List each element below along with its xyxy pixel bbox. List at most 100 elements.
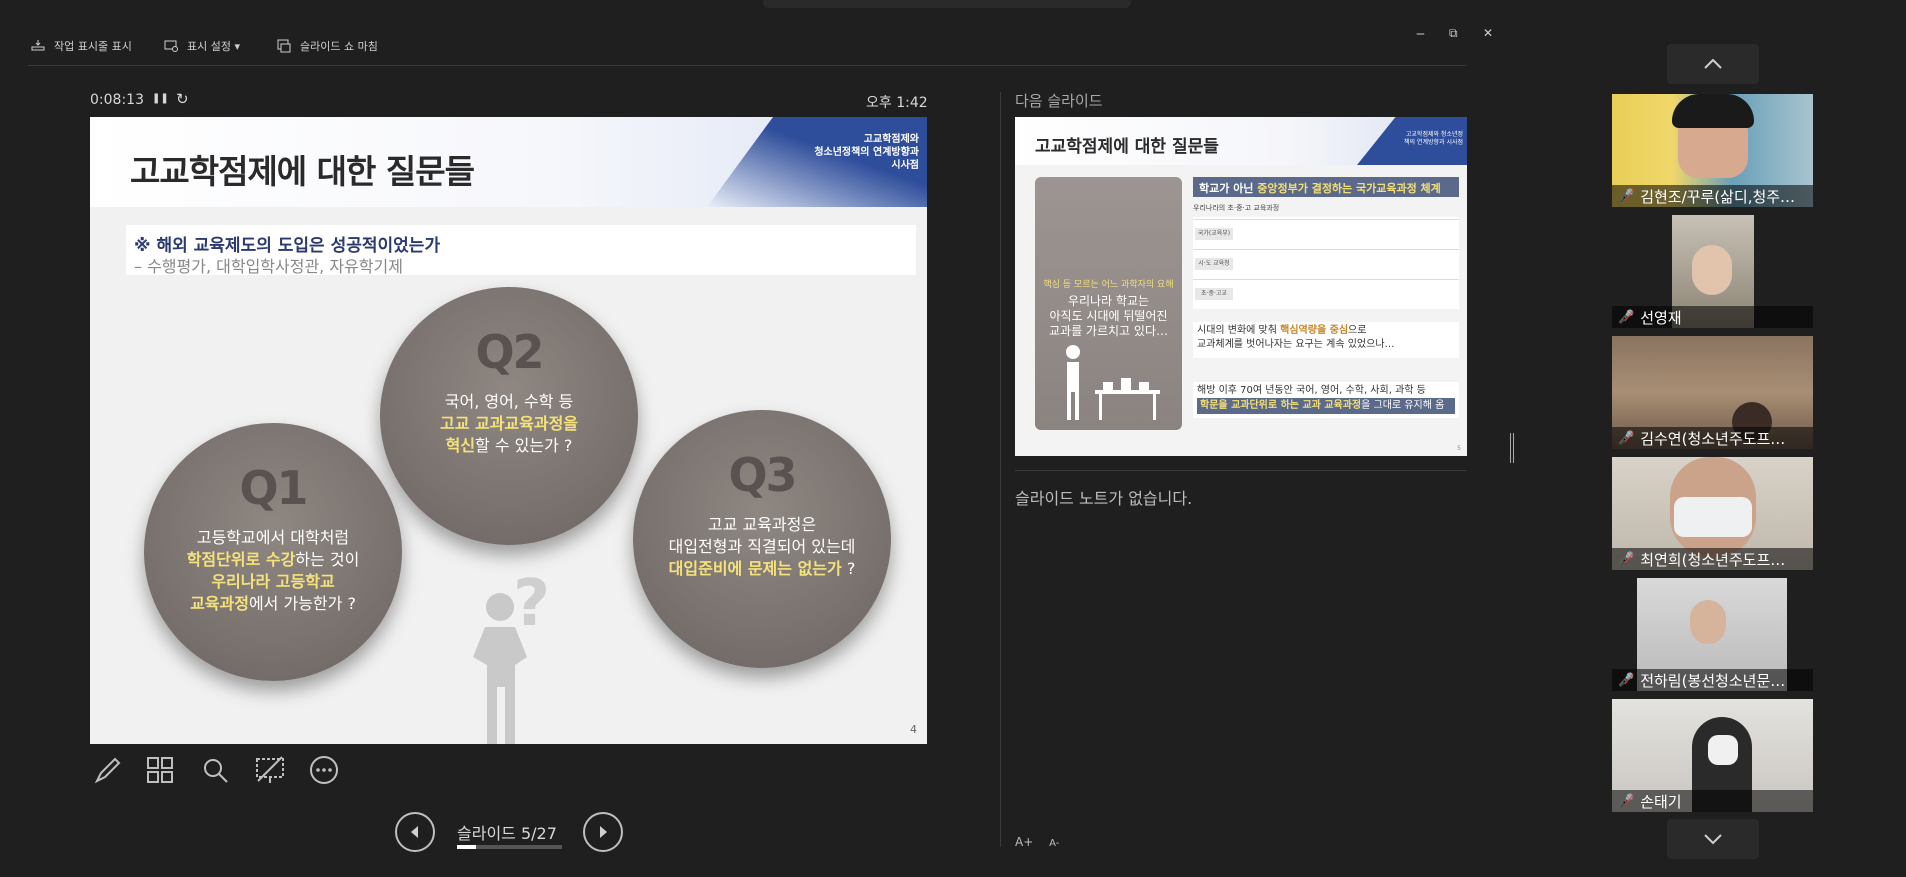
- mic-muted-icon: 🎤̸: [1618, 672, 1635, 688]
- current-slide[interactable]: 고교학점제에 대한 질문들 고교학점제와 청소년정책의 연계방향과 시사점 ※ …: [90, 117, 927, 744]
- triangle-left-icon: [411, 826, 418, 838]
- pause-icon[interactable]: ❚❚: [152, 93, 169, 104]
- next-low-box: 해방 이후 70여 년동안 국어, 영어, 수학, 사회, 과학 등 학문을 교…: [1193, 382, 1459, 418]
- q1-highlight: 교육과정: [190, 594, 249, 613]
- q2-highlight: 혁신: [445, 436, 476, 455]
- grid-icon: [147, 757, 173, 783]
- close-button[interactable]: ✕: [1483, 26, 1493, 40]
- display-settings-icon: [164, 40, 178, 52]
- participant-tile[interactable]: 🎤̸ 선영재: [1612, 215, 1813, 328]
- participant-face: [1690, 600, 1726, 644]
- q2-label: Q2: [475, 325, 544, 379]
- restore-button[interactable]: ⧉: [1449, 26, 1458, 41]
- chevron-up-icon: [1704, 58, 1722, 69]
- slide-header: 고교학점제에 대한 질문들 고교학점제와 청소년정책의 연계방향과 시사점: [90, 117, 927, 207]
- participant-tile[interactable]: 🎤̸ 손태기: [1612, 699, 1813, 812]
- q3-line: 대입준비에 문제는 없는가 ?: [643, 558, 881, 580]
- next-mid-text: 으로: [1348, 325, 1367, 336]
- slide-title: 고교학점제에 대한 질문들: [130, 152, 475, 191]
- participant-gallery: 🎤̸ 김현조/꾸루(삶디,청주… 🎤̸ 선영재 🎤̸ 김수연(청소년주도프… 🎤̸ 최연…: [1612, 44, 1813, 859]
- gallery-scroll-down-button[interactable]: [1667, 819, 1759, 859]
- next-mid-box: 시대의 변화에 맞춰 핵심역량을 중심으로 교과체계를 벗어나자는 요구는 계속…: [1193, 322, 1459, 358]
- slide-page-number: 4: [910, 723, 917, 736]
- q1-highlight: 학점단위로 수강: [186, 550, 296, 569]
- q3-highlight: 대입준비에 문제는 없는가: [668, 559, 842, 578]
- slide-counter: 슬라이드 5/27: [457, 824, 557, 843]
- participant-tile[interactable]: 🎤̸ 김수연(청소년주도프…: [1612, 336, 1813, 449]
- participant-tile[interactable]: 🎤̸ 최연희(청소년주도프…: [1612, 457, 1813, 570]
- participant-tile[interactable]: 🎤̸ 김현조/꾸루(삶디,청주…: [1612, 94, 1813, 207]
- more-icon: [310, 756, 338, 784]
- zoom-button[interactable]: [197, 752, 233, 788]
- previous-slide-button[interactable]: [395, 812, 435, 852]
- next-table: 국가(교육부) 시·도 교육청 초·중·고교: [1193, 217, 1459, 309]
- next-header-subtitle: 고교학점제와 청소년정책의 연계방향과 시사점: [1403, 131, 1463, 146]
- q3-label: Q3: [728, 448, 797, 502]
- next-slide-heading: 다음 슬라이드: [1015, 92, 1103, 110]
- black-screen-button[interactable]: [252, 752, 288, 788]
- next-slide-header: 고교학점제에 대한 질문들 고교학점제와 청소년정책의 연계방향과 시사점: [1015, 117, 1467, 165]
- next-table-caption: 우리나라의 초·중·고 교육과정: [1193, 204, 1280, 212]
- q1-text-tail: 하는 것이: [295, 550, 360, 569]
- next-quote-source: 핵심 등 모르는 어느 과학자의 요해: [1043, 280, 1174, 290]
- table-row-key: 시·도 교육청: [1195, 258, 1233, 270]
- end-slideshow-button[interactable]: 슬라이드 쇼 마침: [276, 36, 378, 56]
- participant-name-bar: 🎤̸ 김현조/꾸루(삶디,청주…: [1612, 185, 1813, 207]
- next-low-line: 학문을 교과단위로 하는 교과 교육과정을 그대로 유지해 옴: [1197, 398, 1455, 414]
- pane-divider: [1000, 92, 1001, 847]
- slide-note-box: ※ 해외 교육제도의 도입은 성공적이었는가 – 수행평가, 대학입학사정관, …: [126, 225, 916, 276]
- speaker-notes[interactable]: 슬라이드 노트가 없습니다.: [1015, 485, 1192, 509]
- participant-name: 손태기: [1640, 792, 1682, 811]
- next-slide-button[interactable]: [583, 812, 623, 852]
- q2-text-tail: 할 수 있는가 ?: [475, 436, 573, 455]
- q3-line: 대입전형과 직결되어 있는데: [668, 537, 856, 556]
- participant-name-bar: 🎤̸ 선영재: [1612, 306, 1813, 328]
- table-row-key: 초·중·고교: [1195, 288, 1233, 300]
- next-low-line: 해방 이후 70여 년동안 국어, 영어, 수학, 사회, 과학 등: [1197, 385, 1426, 396]
- mic-muted-icon: 🎤̸: [1618, 309, 1635, 325]
- chevron-down-icon: [1704, 834, 1722, 845]
- q1-label: Q1: [239, 461, 308, 515]
- show-taskbar-button[interactable]: 작업 표시줄 표시: [30, 36, 132, 56]
- timer-row: 0:08:13 ❚❚ ↻ 오후 1:42: [90, 90, 930, 112]
- participant-name-bar: 🎤̸ 전하림(봉선청소년문…: [1612, 669, 1813, 691]
- next-slide-preview[interactable]: 고교학점제에 대한 질문들 고교학점제와 청소년정책의 연계방향과 시사점 핵심…: [1015, 117, 1467, 456]
- q1-line: 고등학교에서 대학처럼: [196, 528, 350, 547]
- table-row-key: 국가(교육부): [1195, 228, 1233, 240]
- next-quote-line: 아직도 시대에 뒤떨어진: [1049, 309, 1168, 323]
- header-subtitle: 고교학점제와 청소년정책의 연계방향과 시사점: [769, 133, 919, 172]
- presenter-tools: [90, 752, 390, 792]
- display-settings-button[interactable]: 표시 설정 ▾: [163, 36, 240, 56]
- face-mask: [1708, 735, 1738, 765]
- participant-name-bar: 🎤̸ 최연희(청소년주도프…: [1612, 548, 1813, 570]
- increase-font-button[interactable]: A+: [1015, 835, 1033, 849]
- slide-progress-bar: [457, 845, 562, 849]
- gallery-scroll-up-button[interactable]: [1667, 44, 1759, 84]
- teacher-desk-icon: [1066, 345, 1160, 420]
- pane-resize-handle[interactable]: [1510, 433, 1514, 463]
- minimize-button[interactable]: ‒: [1416, 26, 1425, 42]
- participant-name-bar: 🎤̸ 손태기: [1612, 790, 1813, 812]
- mic-muted-icon: 🎤̸: [1618, 188, 1635, 204]
- participant-name: 선영재: [1640, 308, 1682, 327]
- mic-muted-icon: 🎤̸: [1618, 793, 1635, 809]
- participant-name-bar: 🎤̸ 김수연(청소년주도프…: [1612, 427, 1813, 449]
- next-slide-image-panel: 핵심 등 모르는 어느 과학자의 요해 우리나라 학교는 아직도 시대에 뒤떨어…: [1035, 177, 1182, 430]
- participant-tile[interactable]: 🎤̸ 전하림(봉선청소년문…: [1612, 578, 1813, 691]
- see-all-slides-button[interactable]: [142, 752, 178, 788]
- slide-progress-fill: [457, 845, 477, 849]
- next-quote: 우리나라 학교는 아직도 시대에 뒤떨어진 교과를 가르치고 있다…: [1035, 294, 1182, 339]
- next-mid-text: 시대의 변화에 맞춰: [1197, 325, 1281, 336]
- more-options-button[interactable]: [306, 752, 342, 788]
- participant-name: 김수연(청소년주도프…: [1640, 429, 1786, 448]
- participant-face: [1692, 245, 1732, 295]
- participant-name: 최연희(청소년주도프…: [1640, 550, 1786, 569]
- next-slide-page-number: 5: [1457, 445, 1461, 452]
- reset-timer-icon[interactable]: ↻: [176, 90, 189, 108]
- decrease-font-button[interactable]: A-: [1049, 838, 1059, 849]
- pen-tool-button[interactable]: [90, 752, 126, 788]
- slide-navigation: 슬라이드 5/27: [395, 812, 625, 852]
- q1-text: 고등학교에서 대학처럼 학점단위로 수강하는 것이 우리나라 고등학교 교육과정…: [144, 527, 402, 615]
- q3-text: 고교 교육과정은 대입전형과 직결되어 있는데 대입준비에 문제는 없는가 ?: [633, 514, 891, 580]
- q3-circle: Q3 고교 교육과정은 대입전형과 직결되어 있는데 대입준비에 문제는 없는가…: [633, 410, 891, 668]
